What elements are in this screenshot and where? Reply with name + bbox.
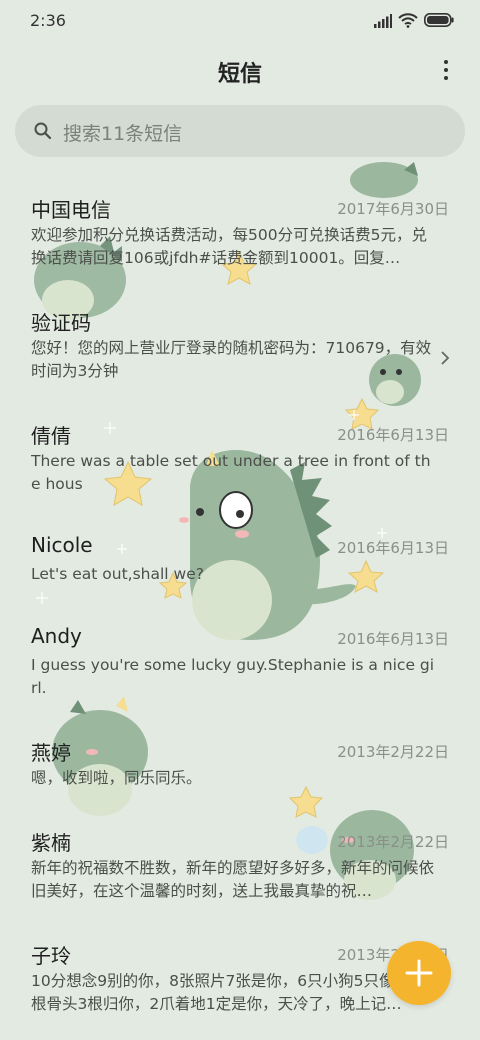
message-preview: There was a table set out under a tree i… <box>31 452 431 493</box>
message-item[interactable]: Andy 2016年6月13日 I guess you're some luck… <box>0 600 480 710</box>
wifi-icon <box>398 13 418 28</box>
message-sender: 验证码 <box>31 311 91 335</box>
status-time: 2:36 <box>30 11 66 30</box>
page-title: 短信 <box>217 62 262 87</box>
more-options-button[interactable] <box>434 56 458 84</box>
message-sender: 紫楠 <box>31 831 71 855</box>
message-preview: I guess you're some lucky guy.Stephanie … <box>31 656 435 697</box>
new-message-button[interactable] <box>387 941 451 1005</box>
message-preview: 您好！您的网上营业厅登录的随机密码为：710679，有效时间为3分钟 <box>31 339 432 380</box>
more-vertical-icon <box>434 60 458 80</box>
title-bar: 短信 <box>0 48 480 92</box>
message-date: 2013年2月22日 <box>337 743 449 761</box>
signal-icon <box>374 14 392 28</box>
status-icons <box>374 12 454 30</box>
plus-icon <box>405 959 433 987</box>
message-item[interactable]: 紫楠 2013年2月22日 新年的祝福数不胜数，新年的愿望好多好多，新年的问候依… <box>0 803 480 913</box>
battery-icon <box>424 13 454 27</box>
message-sender: Andy <box>31 624 82 648</box>
message-date: 2016年6月13日 <box>337 426 449 444</box>
message-sender: 中国电信 <box>31 198 111 222</box>
message-date: 2016年6月13日 <box>337 630 449 648</box>
message-preview: 欢迎参加积分兑换话费活动，每500分可兑换话费5元，兑换话费请回复106或jfd… <box>31 226 427 267</box>
message-sender: 燕婷 <box>31 741 71 765</box>
message-preview: Let's eat out,shall we? <box>31 565 204 583</box>
message-preview: 嗯，收到啦，同乐同乐。 <box>31 769 202 787</box>
message-sender: Nicole <box>31 533 93 557</box>
message-preview: 10分想念9别的你，8张照片7张是你，6只小狗5只像你，4根骨头3根归你，2爪着… <box>31 972 436 1013</box>
message-item[interactable]: 中国电信 2017年6月30日 欢迎参加积分兑换话费活动，每500分可兑换话费5… <box>0 170 480 280</box>
message-date: 2016年6月13日 <box>337 539 449 557</box>
message-item[interactable]: 验证码 您好！您的网上营业厅登录的随机密码为：710679，有效时间为3分钟 <box>0 283 480 393</box>
status-bar: 2:36 <box>0 0 480 40</box>
search-icon <box>34 122 52 140</box>
message-sender: 子玲 <box>31 944 71 968</box>
search-placeholder: 搜索11条短信 <box>63 123 183 145</box>
message-preview: 新年的祝福数不胜数，新年的愿望好多好多，新年的问候依旧美好，在这个温馨的时刻，送… <box>31 859 435 900</box>
message-item[interactable]: 倩倩 2016年6月13日 There was a table set out … <box>0 396 480 506</box>
message-date: 2017年6月30日 <box>337 200 449 218</box>
message-sender: 倩倩 <box>31 424 71 448</box>
chevron-right-icon <box>441 351 450 365</box>
search-input[interactable]: 搜索11条短信 <box>15 105 465 157</box>
message-date: 2013年2月22日 <box>337 833 449 851</box>
